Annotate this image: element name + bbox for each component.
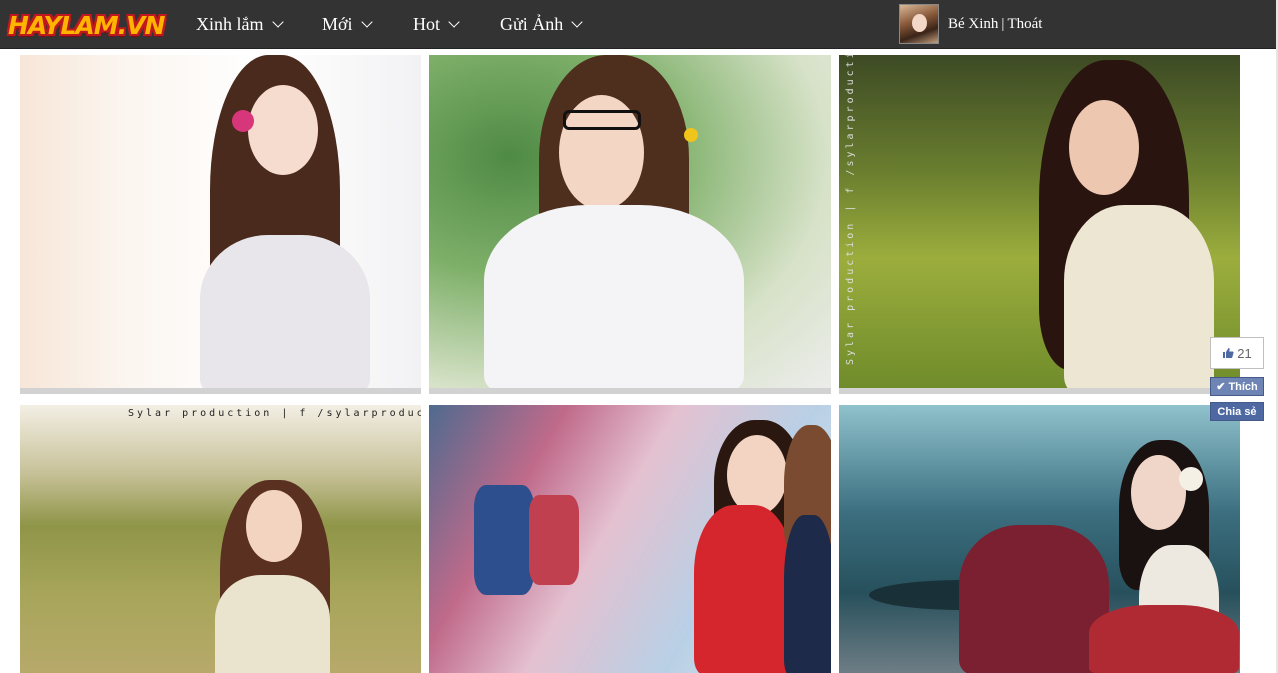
check-icon: ✔ — [1216, 381, 1226, 393]
nav-label: Mới — [322, 13, 353, 34]
logout-link[interactable]: Thoát — [1007, 16, 1042, 33]
nav-label: Hot — [413, 13, 440, 34]
gallery-photo-5[interactable] — [429, 405, 831, 673]
avatar[interactable] — [899, 4, 939, 44]
chevron-down-icon — [360, 16, 373, 28]
username[interactable]: Bé Xinh — [948, 16, 998, 33]
gallery-photo-2[interactable] — [429, 55, 831, 394]
nav-menu-moi[interactable]: Mới — [322, 0, 373, 48]
gallery-photo-3[interactable]: Sylar production | f /sylarproduction — [839, 55, 1240, 394]
nav-label: Xinh lắm — [196, 13, 264, 34]
facebook-widget: 21 ✔ Thích Chia sẻ — [1210, 337, 1266, 421]
nav-menu-gui-anh[interactable]: Gửi Ảnh — [500, 0, 583, 48]
nav-menu-hot[interactable]: Hot — [413, 0, 460, 48]
chevron-down-icon — [448, 16, 460, 28]
chevron-down-icon — [271, 16, 284, 28]
user-separator: | — [1001, 15, 1005, 32]
gallery-photo-1[interactable] — [20, 55, 421, 394]
gallery-photo-4[interactable]: Sylar production | f /sylarproduction — [20, 405, 421, 673]
site-logo[interactable]: HAYLAM.VN — [8, 8, 165, 42]
share-button[interactable]: Chia sẻ — [1210, 402, 1264, 421]
nav-label: Gửi Ảnh — [500, 13, 564, 34]
like-count-box: 21 — [1210, 337, 1264, 369]
user-menu: Bé Xinh | Thoát — [899, 4, 1042, 44]
chevron-down-icon — [571, 16, 583, 28]
top-navigation-bar: HAYLAM.VN Xinh lắm Mới Hot Gửi Ảnh Bé Xi… — [0, 0, 1276, 49]
thumbs-up-icon — [1222, 347, 1234, 359]
like-button[interactable]: ✔ Thích — [1210, 377, 1264, 396]
share-button-label: Chia sẻ — [1217, 405, 1257, 418]
watermark-vertical: Sylar production | f /sylarproduction — [845, 55, 856, 365]
logo-text: HAYLAM.VN — [8, 10, 165, 40]
nav-menu-xinh-lam[interactable]: Xinh lắm — [196, 0, 284, 48]
watermark-horizontal: Sylar production | f /sylarproduction — [128, 408, 421, 419]
like-button-label: Thích — [1228, 380, 1258, 393]
gallery-photo-6[interactable] — [839, 405, 1240, 673]
like-count: 21 — [1237, 345, 1252, 361]
